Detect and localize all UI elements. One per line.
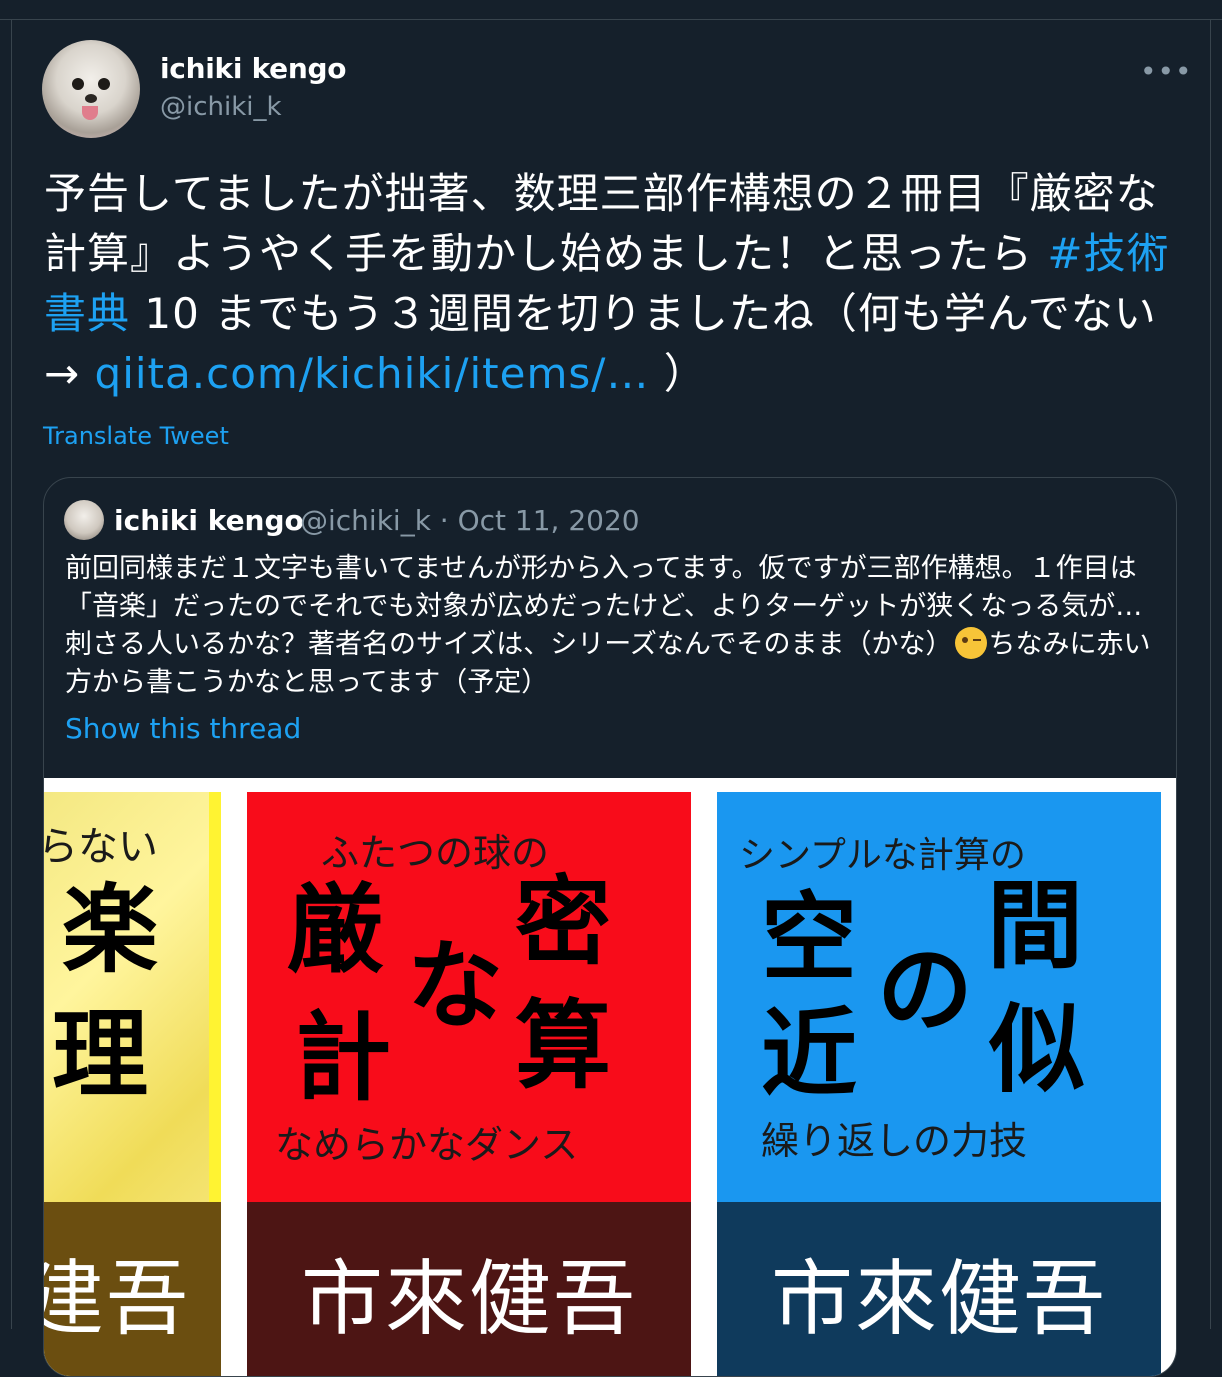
quoted-text: 前回同様まだ１文字も書いてませんが形から入ってます。仮ですが三部作構想。１作目は… [65, 550, 1155, 702]
cover-blue-author: 市來健吾 [770, 1252, 1107, 1347]
cover-yellow-subtitle: らない [44, 824, 158, 870]
cover-red-title-char-4: 計 [295, 1002, 391, 1114]
author-handle[interactable]: @ichiki_k [160, 92, 282, 122]
winking-face-icon [954, 627, 987, 659]
tweet-text-part3: ） [649, 349, 707, 398]
quoted-author-name[interactable]: ichiki kengo [114, 504, 304, 537]
show-thread-link[interactable]: Show this thread [65, 712, 301, 745]
cover-yellow-title-char-2: 理 [52, 999, 148, 1111]
cover-blue-subtitle: シンプルな計算の [739, 835, 1026, 876]
avatar-tongue [82, 106, 98, 120]
cover-blue-tagline: 繰り返しの力技 [761, 1119, 1028, 1163]
avatar-eye-right [98, 78, 110, 90]
cover-blue-title-char-1: 空 [761, 882, 857, 994]
avatar[interactable] [42, 40, 140, 138]
tweet-text: 予告してましたが拙著、数理三部作構想の２冊目『厳密な計算』ようやく手を動かし始め… [44, 164, 1184, 404]
quoted-tweet[interactable]: ichiki kengo @ichiki_k · Oct 11, 2020 前回… [43, 477, 1177, 1377]
column-border-left [11, 19, 12, 1329]
cover-red-title-char-3: な [407, 930, 503, 1042]
cover-red-title-char-5: 算 [515, 990, 611, 1102]
timeline-divider [0, 0, 1222, 20]
column-border-right [1210, 19, 1211, 1329]
attached-image[interactable]: らない 楽 理 建吾 ふたつの球の 厳 密 な 計 算 なめらかなダンス 市來健… [44, 778, 1176, 1376]
cover-red-title-char-1: 厳 [287, 874, 383, 986]
quoted-avatar[interactable] [64, 500, 104, 540]
cover-red-author: 市來健吾 [300, 1252, 637, 1347]
translate-tweet-link[interactable]: Translate Tweet [43, 422, 229, 450]
book-cover-blue: シンプルな計算の 空 間 の 近 似 繰り返しの力技 市來健吾 [717, 792, 1161, 1376]
cover-yellow-author: 建吾 [44, 1252, 191, 1347]
cover-blue-title-char-4: 近 [761, 998, 857, 1110]
cover-red-title-char-2: 密 [515, 866, 611, 978]
cover-blue-title-char-5: 似 [989, 994, 1085, 1106]
cover-blue-title-char-2: 間 [987, 870, 1083, 982]
url-link[interactable]: qiita.com/kichiki/items/… [95, 349, 650, 398]
cover-blue-title-char-3: の [877, 934, 973, 1046]
book-cover-yellow: らない 楽 理 建吾 [44, 792, 221, 1376]
avatar-nose [85, 94, 97, 103]
book-cover-red: ふたつの球の 厳 密 な 計 算 なめらかなダンス 市來健吾 [247, 792, 691, 1376]
cover-red-tagline: なめらかなダンス [275, 1123, 579, 1167]
avatar-eye-left [72, 78, 84, 90]
author-name[interactable]: ichiki kengo [160, 52, 346, 85]
cover-yellow-title-char-1: 楽 [62, 874, 158, 986]
more-options-icon[interactable]: ••• [1140, 55, 1193, 88]
quoted-meta: @ichiki_k · Oct 11, 2020 [300, 504, 640, 537]
tweet-text-part1: 予告してましたが拙著、数理三部作構想の２冊目『厳密な計算』ようやく手を動かし始め… [44, 169, 1159, 278]
cover-yellow-strip [209, 792, 221, 1202]
